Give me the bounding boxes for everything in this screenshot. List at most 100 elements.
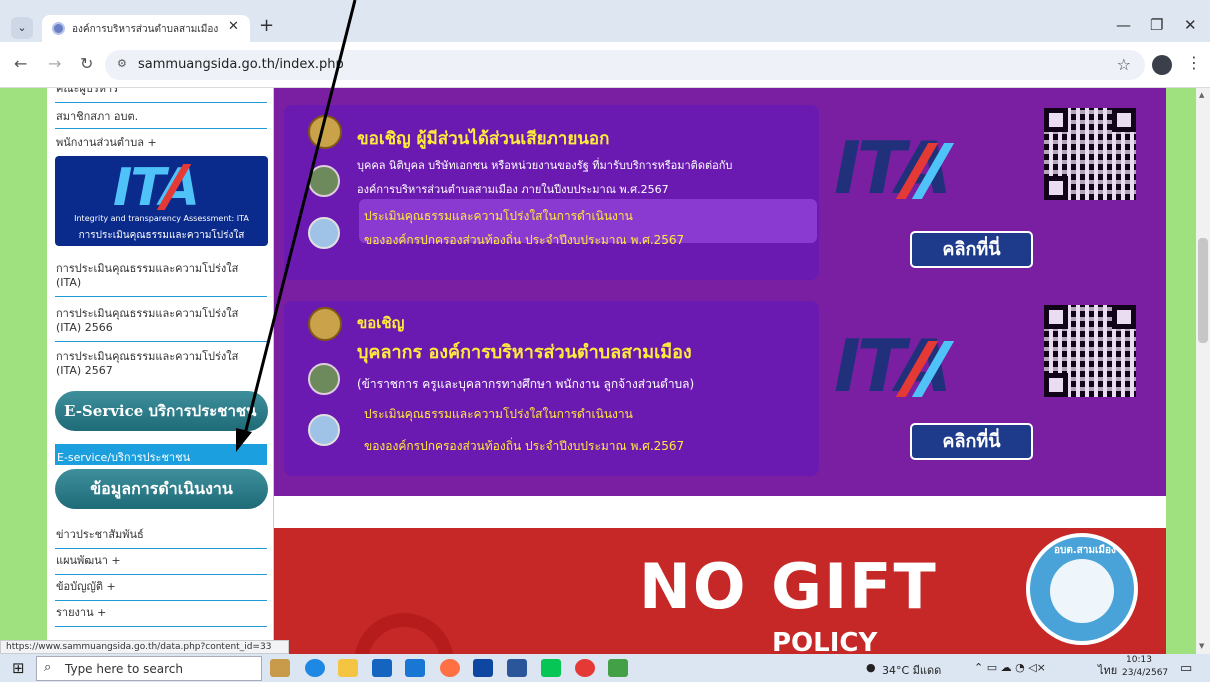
seal-inner: [1050, 559, 1114, 623]
sidebar-item-news[interactable]: ข่าวประชาสัมพันธ์: [56, 528, 266, 542]
sidebar: คณะผู้บริหาร สมาชิกสภา อบต. พนักงานส่วนต…: [47, 88, 274, 654]
ita-logo-large: ITA: [834, 330, 969, 402]
ita-logo-large: ITA: [834, 132, 969, 204]
qr-corner: [1044, 305, 1068, 329]
card2-title1: ขอเชิญ: [357, 314, 405, 332]
no-sign-icon: [354, 613, 454, 654]
new-tab-button[interactable]: +: [259, 15, 274, 36]
right-background: [1166, 88, 1196, 654]
qr-corner: [1112, 305, 1136, 329]
card1-line2: องค์การบริหารส่วนตำบลสามเมือง ภายในปีงบป…: [357, 183, 669, 196]
org-seal-icon: [308, 363, 340, 395]
sidebar-item-ita[interactable]: การประเมินคุณธรรมและความโปร่งใส (ITA): [56, 262, 266, 290]
seal-text: อบต.สามเมือง: [1054, 545, 1116, 556]
card2-title2: บุคลากร องค์การบริหารส่วนตำบลสามเมือง: [357, 342, 692, 363]
weather-icon: ●: [866, 661, 876, 674]
close-window-button[interactable]: ✕: [1184, 16, 1197, 34]
card2-line1: (ข้าราชการ ครูและบุคลากรทางศึกษา พนักงาน…: [357, 377, 695, 391]
profile-avatar[interactable]: [1152, 55, 1172, 75]
policy-label: POLICY: [772, 628, 878, 654]
sidebar-item-ita-2567[interactable]: การประเมินคุณธรรมและความโปร่งใส (ITA) 25…: [56, 350, 266, 378]
restore-button[interactable]: ❐: [1150, 16, 1163, 34]
word-icon[interactable]: [507, 659, 527, 677]
tray-icons[interactable]: ⌃ ▭ ☁ ◔ ◁×: [974, 661, 1046, 674]
search-icon: ⌕: [44, 660, 52, 675]
reload-icon[interactable]: ↻: [80, 54, 93, 73]
card1-line1: บุคคล นิติบุคล บริษัทเอกชน หรือหน่วยงานข…: [357, 159, 733, 172]
green-app-icon[interactable]: [608, 659, 628, 677]
site-info-icon[interactable]: ⚙: [117, 57, 127, 70]
weather-text[interactable]: 34°C มีแดด: [882, 661, 941, 679]
royal-emblem-icon: [308, 115, 342, 149]
main-content: ขอเชิญ ผู้มีส่วนได้ส่วนเสียภายนอก บุคคล …: [274, 88, 1166, 654]
sidebar-item-staff[interactable]: พนักงานส่วนตำบล +: [56, 136, 266, 150]
operations-header-button[interactable]: ข้อมูลการดำเนินงาน: [55, 469, 268, 509]
click-here-button-2[interactable]: คลิกที่นี่: [910, 423, 1033, 460]
line-icon[interactable]: [541, 659, 561, 677]
back-icon[interactable]: ←: [14, 54, 27, 73]
firefox-icon[interactable]: [440, 659, 460, 677]
notification-icon[interactable]: ▭: [1180, 661, 1192, 676]
qr-corner: [1112, 108, 1136, 132]
no-gift-title: NO GIFT: [639, 550, 938, 623]
bookmark-star-icon[interactable]: ☆: [1117, 55, 1131, 74]
tab-bar: ⌄ องค์การบริหารส่วนตำบลสามเมือง อำ ✕ + —…: [0, 0, 1210, 42]
card2-highlight2: ขององค์กรปกครองส่วนท้องถิ่น ประจำปีงบประ…: [364, 439, 685, 453]
ita-sidebar-banner[interactable]: ITA Integrity and transparency Assessmen…: [55, 156, 268, 246]
copilot-icon[interactable]: [473, 659, 493, 677]
sidebar-item-eservice[interactable]: E-service/บริการประชาชน: [55, 444, 267, 465]
scrollbar-thumb[interactable]: [1198, 238, 1208, 343]
edge-icon[interactable]: [305, 659, 325, 677]
tab-search-button[interactable]: ⌄: [11, 17, 33, 39]
input-language[interactable]: ไทย: [1098, 661, 1117, 679]
scroll-up-icon[interactable]: ▲: [1199, 91, 1204, 99]
sidebar-item-executives[interactable]: คณะผู้บริหาร: [56, 88, 266, 96]
card1-title: ขอเชิญ ผู้มีส่วนได้ส่วนเสียภายนอก: [357, 129, 610, 149]
url-field[interactable]: ⚙ sammuangsida.go.th/index.php ☆: [105, 50, 1145, 80]
sidebar-item-council[interactable]: สมาชิกสภา อบต.: [56, 110, 266, 124]
vertical-scrollbar[interactable]: ▲ ▼: [1196, 88, 1210, 654]
tab-title: องค์การบริหารส่วนตำบลสามเมือง อำ: [72, 24, 222, 35]
divider: [55, 574, 267, 575]
address-bar-area: ← → ↻ ⚙ sammuangsida.go.th/index.php ☆ ⋮: [0, 42, 1210, 88]
site-favicon-icon: [52, 22, 65, 35]
chrome-icon[interactable]: [575, 659, 595, 677]
sidebar-item-regulations[interactable]: ข้อบัญญัติ +: [56, 580, 266, 594]
browser-tab[interactable]: องค์การบริหารส่วนตำบลสามเมือง อำ ✕: [42, 15, 250, 42]
sidebar-item-reports[interactable]: รายงาน +: [56, 606, 266, 620]
clock-date[interactable]: 23/4/2567: [1122, 668, 1168, 678]
ita-subtitle-en: Integrity and transparency Assessment: I…: [74, 214, 249, 223]
qr-corner: [1044, 108, 1068, 132]
divider: [55, 600, 267, 601]
forward-icon[interactable]: →: [48, 54, 61, 73]
org-seal-large-icon: อบต.สามเมือง: [1026, 533, 1138, 645]
card1-highlight1: ประเมินคุณธรรมและความโปร่งใสในการดำเนินง…: [364, 209, 633, 223]
divider: [55, 102, 267, 103]
store-icon[interactable]: [372, 659, 392, 677]
divider: [55, 626, 267, 627]
file-explorer-icon[interactable]: [338, 659, 358, 677]
ita-external-card[interactable]: ขอเชิญ ผู้มีส่วนได้ส่วนเสียภายนอก บุคคล …: [284, 105, 819, 280]
royal-emblem-icon: [308, 307, 342, 341]
no-gift-policy-banner[interactable]: NO GIFT POLICY อบต.สามเมือง: [274, 528, 1166, 654]
library-app-icon[interactable]: [270, 659, 290, 677]
sidebar-item-plan[interactable]: แผนพัฒนา +: [56, 554, 266, 568]
dla-seal-icon: [308, 414, 340, 446]
windows-start-icon[interactable]: ⊞: [12, 659, 25, 677]
clock-time[interactable]: 10:13: [1126, 655, 1152, 665]
sidebar-item-ita-2566[interactable]: การประเมินคุณธรรมและความโปร่งใส (ITA) 25…: [56, 307, 266, 335]
status-bar-url: https://www.sammuangsida.go.th/data.php?…: [0, 640, 289, 654]
close-tab-icon[interactable]: ✕: [228, 19, 239, 34]
minimize-button[interactable]: —: [1116, 16, 1131, 34]
scroll-down-icon[interactable]: ▼: [1199, 642, 1204, 650]
divider: [55, 548, 267, 549]
menu-kebab-icon[interactable]: ⋮: [1186, 53, 1202, 72]
qr-code-icon: [1044, 305, 1136, 397]
click-here-button-1[interactable]: คลิกที่นี่: [910, 231, 1033, 268]
divider: [55, 296, 267, 297]
divider: [55, 341, 267, 342]
taskbar-search-box[interactable]: ⌕ Type here to search: [36, 656, 262, 681]
mail-icon[interactable]: [405, 659, 425, 677]
ita-internal-card[interactable]: ขอเชิญ บุคลากร องค์การบริหารส่วนตำบลสามเ…: [284, 301, 819, 476]
eservice-header-button[interactable]: E-Service บริการประชาชน: [55, 391, 268, 431]
